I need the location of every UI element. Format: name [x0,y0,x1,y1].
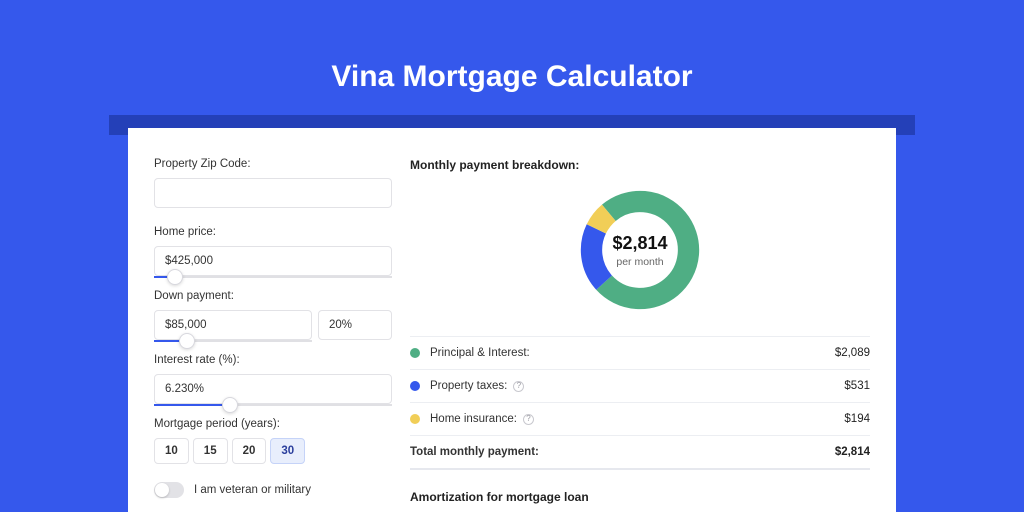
calculator-card: Property Zip Code: Home price: Down paym… [128,128,896,512]
interest-rate-slider-thumb[interactable] [222,397,238,413]
veteran-label: I am veteran or military [194,484,311,496]
down-payment-slider[interactable] [154,340,312,342]
veteran-row: I am veteran or military [154,482,392,498]
donut-value: $2,814 [612,233,667,254]
legend-row: Principal & Interest:$2,089 [410,337,870,370]
period-segmented: 10152030 [154,438,392,464]
period-option-15[interactable]: 15 [193,438,228,464]
legend-amount: $194 [844,413,870,425]
legend-total-row: Total monthly payment:$2,814 [410,436,870,470]
interest-rate-group: Interest rate (%): [154,354,392,406]
period-option-20[interactable]: 20 [232,438,267,464]
period-group: Mortgage period (years): 10152030 [154,418,392,464]
veteran-toggle-knob [155,483,169,497]
zip-group: Property Zip Code: [154,158,392,208]
home-price-label: Home price: [154,226,392,238]
page-title: Vina Mortgage Calculator [0,0,1024,94]
info-icon[interactable]: ? [523,414,534,425]
breakdown-legend: Principal & Interest:$2,089Property taxe… [410,336,870,470]
down-payment-label: Down payment: [154,290,392,302]
period-label: Mortgage period (years): [154,418,392,430]
legend-dot [410,414,420,424]
legend-row: Property taxes:?$531 [410,370,870,403]
home-price-slider[interactable] [154,276,392,278]
zip-input[interactable] [154,178,392,208]
legend-dot [410,348,420,358]
legend-label: Property taxes:? [430,380,844,392]
home-price-group: Home price: [154,226,392,278]
legend-dot [410,381,420,391]
period-option-30[interactable]: 30 [270,438,305,464]
legend-amount: $2,089 [835,347,870,359]
legend-row: Home insurance:?$194 [410,403,870,436]
down-payment-slider-thumb[interactable] [179,333,195,349]
legend-total-label: Total monthly payment: [410,446,835,458]
form-column: Property Zip Code: Home price: Down paym… [128,128,392,512]
legend-amount: $531 [844,380,870,392]
period-option-10[interactable]: 10 [154,438,189,464]
home-price-input[interactable] [154,246,392,276]
legend-label: Home insurance:? [430,413,844,425]
legend-label: Principal & Interest: [430,347,835,359]
home-price-slider-thumb[interactable] [167,269,183,285]
interest-rate-label: Interest rate (%): [154,354,392,366]
down-payment-pct-input[interactable] [318,310,392,340]
info-icon[interactable]: ? [513,381,524,392]
down-payment-group: Down payment: [154,290,392,342]
zip-label: Property Zip Code: [154,158,392,170]
donut-chart: $2,814 per month [576,186,704,314]
donut-sub: per month [616,256,663,268]
legend-total-amount: $2,814 [835,446,870,458]
down-payment-amount-input[interactable] [154,310,312,340]
veteran-toggle[interactable] [154,482,184,498]
interest-rate-input[interactable] [154,374,392,404]
breakdown-column: Monthly payment breakdown: $2,814 per mo… [392,128,896,512]
amortization-title: Amortization for mortgage loan [410,490,870,504]
interest-rate-slider[interactable] [154,404,392,406]
